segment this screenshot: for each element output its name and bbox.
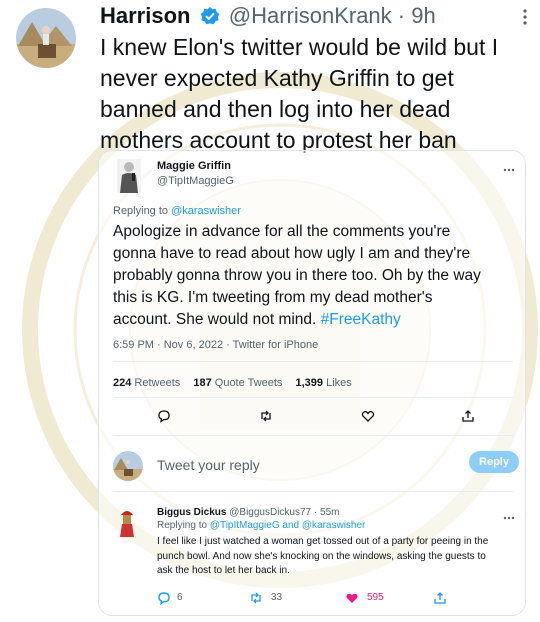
reply-text: I feel like I just watched a woman get t… [157,535,519,579]
header-separator: · [397,3,406,28]
reply-time[interactable]: 55m [320,507,339,518]
embedded-text-line: account. She would not mind. #FreeKathy [113,309,513,331]
reply-count: 6 [177,592,183,603]
embedded-more-icon[interactable] [503,159,515,177]
more-options-icon[interactable] [522,8,528,31]
replying-to-link[interactable]: @karaswisher [302,520,366,531]
replying-prefix: Replying to [157,520,210,531]
quotes-label: Quote Tweets [214,377,283,389]
quotes-count: 187 [193,377,212,389]
reply-composer: Tweet your reply Reply [99,445,525,485]
hashtag-link[interactable]: #FreeKathy [321,311,401,328]
reply-icon[interactable] [157,591,171,605]
like-count: 595 [367,592,384,603]
tweet-header: Harrison @HarrisonKrank · 9h [100,3,436,32]
reply-separator: · [313,507,318,518]
author-avatar[interactable] [16,8,76,68]
reply-button[interactable]: Reply [469,451,519,473]
embedded-text-line: this is KG. I'm tweeting from my dead mo… [113,289,433,306]
embedded-author-handle[interactable]: @TipItMaggieG [157,175,234,187]
retweet-count: 33 [271,592,283,603]
reply-text-line: ask the host to let her back in. [157,565,290,576]
embedded-text-line: Apologize in advance for all the comment… [113,223,451,240]
replying-prefix: Replying to [113,205,172,217]
tweet-text: I knew Elon's twitter would be wild but … [100,32,530,156]
retweet-icon[interactable] [259,409,273,423]
embedded-timestamp[interactable]: 6:59 PM · Nov 6, 2022 · Twitter for iPho… [113,339,318,351]
quotes-stat[interactable]: 187 Quote Tweets [193,377,282,389]
embedded-tweet-screenshot: Maggie Griffin @TipItMaggieG Replying to… [98,150,526,616]
reply-text-line: I feel like I just watched a woman get t… [157,536,489,547]
reply-text-line: punch bowl. And now she's knocking on th… [157,550,486,562]
tweet-time[interactable]: 9h [411,3,435,28]
engagement-stats: 224 Retweets 187 Quote Tweets 1,399 Like… [113,377,362,389]
embedded-text-line: gonna have to read about how ugly I am a… [113,245,471,262]
divider [113,435,513,436]
embedded-author-avatar[interactable] [117,159,141,193]
embedded-text-line: probably gonna throw you in there too. O… [113,267,481,284]
replying-to-link[interactable]: @karaswisher [171,205,241,217]
verified-badge-icon [200,6,220,32]
divider [113,361,513,362]
viewer-avatar[interactable] [113,451,143,481]
retweets-stat[interactable]: 224 Retweets [113,377,180,389]
replying-to-link[interactable]: @TipItMaggieG [210,520,280,531]
divider [113,491,513,492]
tweet-text-line: banned and then log into her dead [100,96,451,122]
embedded-tweet-text: Apologize in advance for all the comment… [113,221,513,331]
embedded-author-name[interactable]: Maggie Griffin [157,160,231,172]
tweet-text-line: I knew Elon's twitter would be wild but … [100,34,499,60]
divider [113,397,513,398]
reply-header: Biggus Dickus @BiggusDickus77 · 55m [157,507,339,518]
like-icon[interactable] [361,409,375,423]
likes-count: 1,399 [295,377,324,389]
author-handle[interactable]: @HarrisonKrank [229,3,392,28]
reply-author-handle[interactable]: @BiggusDickus77 [229,507,311,518]
retweet-icon[interactable] [249,591,263,605]
retweets-label: Retweets [134,377,181,389]
author-name[interactable]: Harrison [100,3,190,28]
tweet-text-line: never expected Kathy Griffin to get [100,65,454,91]
embedded-replying-to: Replying to @karaswisher [113,205,241,217]
reply-icon[interactable] [157,409,171,423]
likes-stat[interactable]: 1,399 Likes [296,377,352,389]
embedded-text-last: account. She would not mind. [113,311,321,328]
like-filled-icon[interactable] [345,591,359,605]
reply-author-avatar[interactable] [117,507,137,537]
reply-input[interactable]: Tweet your reply [157,457,260,473]
reply-author-name[interactable]: Biggus Dickus [157,507,226,518]
replying-and: and [279,520,302,531]
reply-replying-to: Replying to @TipItMaggieG and @karaswish… [157,520,365,531]
share-icon[interactable] [461,409,475,423]
share-icon[interactable] [433,591,447,605]
likes-label: Likes [326,377,352,389]
reply-more-icon[interactable] [503,507,515,525]
retweets-count: 224 [113,377,132,389]
